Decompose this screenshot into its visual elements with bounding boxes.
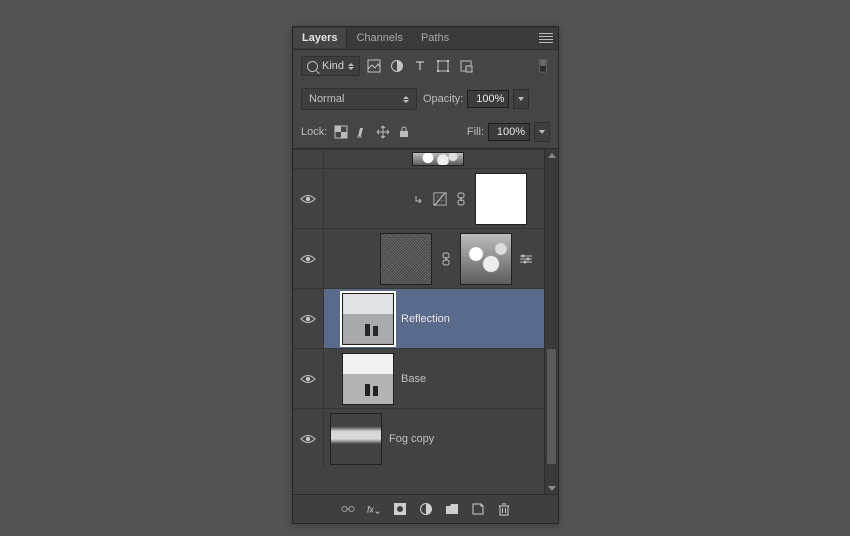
- curves-adjustment-icon: [433, 191, 447, 207]
- lock-label: Lock:: [301, 126, 327, 138]
- scrollbar[interactable]: [544, 149, 558, 494]
- tab-channels[interactable]: Channels: [347, 28, 411, 48]
- scroll-down-icon[interactable]: [545, 482, 558, 494]
- layer-thumbnail[interactable]: [380, 233, 432, 285]
- layer-name[interactable]: Fog copy: [389, 433, 434, 445]
- lock-image-icon[interactable]: [354, 125, 369, 140]
- link-icon[interactable]: [454, 192, 468, 206]
- scroll-up-icon[interactable]: [545, 149, 558, 161]
- opacity-slider-button[interactable]: [513, 89, 529, 109]
- smart-filters-icon[interactable]: [519, 254, 533, 264]
- lock-transparency-icon[interactable]: [333, 125, 348, 140]
- layer-row[interactable]: Fog copy: [293, 408, 558, 468]
- link-icon[interactable]: [439, 252, 453, 266]
- opacity-label: Opacity:: [423, 93, 463, 105]
- panel-footer: fx: [293, 494, 558, 523]
- lock-toolbar: Lock: Fill: 100%: [293, 116, 558, 149]
- svg-text:fx: fx: [367, 504, 374, 514]
- chevron-updown-icon: [403, 96, 409, 103]
- eye-icon: [300, 313, 316, 325]
- filter-toolbar: Kind: [293, 50, 558, 82]
- scrollbar-thumb[interactable]: [547, 349, 556, 464]
- eye-icon: [300, 253, 316, 265]
- visibility-toggle[interactable]: [293, 150, 324, 168]
- layer-filter-select[interactable]: Kind: [301, 56, 360, 76]
- blend-mode-select[interactable]: Normal: [301, 88, 417, 110]
- layer-thumbnail[interactable]: [412, 152, 464, 166]
- visibility-toggle[interactable]: [293, 229, 324, 288]
- chevron-updown-icon: [348, 63, 354, 70]
- layers-list: Reflection Base Fog copy: [293, 149, 558, 494]
- layer-style-icon[interactable]: fx: [366, 501, 381, 516]
- tab-paths[interactable]: Paths: [412, 28, 458, 48]
- lock-position-icon[interactable]: [375, 125, 390, 140]
- filter-mask-thumbnail[interactable]: [460, 233, 512, 285]
- eye-icon: [300, 193, 316, 205]
- eye-icon: [300, 373, 316, 385]
- layer-name[interactable]: Base: [401, 373, 426, 385]
- filter-type-icon[interactable]: [412, 59, 427, 74]
- new-group-icon[interactable]: [444, 501, 459, 516]
- filter-shape-icon[interactable]: [435, 59, 450, 74]
- panel-tabbar: Layers Channels Paths: [293, 27, 558, 50]
- link-layers-icon[interactable]: [340, 501, 355, 516]
- layer-filter-label: Kind: [322, 60, 344, 72]
- visibility-toggle[interactable]: [293, 169, 324, 228]
- new-adjustment-icon[interactable]: [418, 501, 433, 516]
- tab-layers[interactable]: Layers: [293, 28, 347, 48]
- blend-mode-value: Normal: [309, 93, 344, 105]
- layer-mask-thumbnail[interactable]: [475, 173, 527, 225]
- layers-panel: Layers Channels Paths Kind Normal Opacit…: [292, 26, 559, 524]
- delete-layer-icon[interactable]: [496, 501, 511, 516]
- panel-menu-icon[interactable]: [539, 33, 553, 43]
- blend-toolbar: Normal Opacity: 100%: [293, 82, 558, 116]
- layer-row-selected[interactable]: Reflection: [293, 288, 558, 348]
- fill-slider-button[interactable]: [534, 122, 550, 142]
- fill-label: Fill:: [467, 126, 484, 138]
- visibility-toggle[interactable]: [293, 289, 324, 348]
- filter-toggle-switch[interactable]: [535, 59, 550, 74]
- layer-name[interactable]: Reflection: [401, 313, 450, 325]
- layer-row[interactable]: Base: [293, 348, 558, 408]
- filter-smartobject-icon[interactable]: [458, 59, 473, 74]
- visibility-toggle[interactable]: [293, 409, 324, 468]
- layer-thumbnail[interactable]: [342, 293, 394, 345]
- filter-pixel-icon[interactable]: [366, 59, 381, 74]
- layer-row[interactable]: [293, 149, 558, 168]
- fill-value[interactable]: 100%: [488, 123, 530, 141]
- search-icon: [307, 61, 318, 72]
- filter-adjustment-icon[interactable]: [389, 59, 404, 74]
- layer-thumbnail[interactable]: [330, 413, 382, 465]
- layer-thumbnail[interactable]: [342, 353, 394, 405]
- layer-row[interactable]: [293, 168, 558, 228]
- layer-row[interactable]: [293, 228, 558, 288]
- clip-arrow-icon: [412, 194, 426, 204]
- eye-icon: [300, 433, 316, 445]
- lock-all-icon[interactable]: [396, 125, 411, 140]
- opacity-value[interactable]: 100%: [467, 90, 509, 108]
- visibility-toggle[interactable]: [293, 349, 324, 408]
- new-layer-icon[interactable]: [470, 501, 485, 516]
- add-mask-icon[interactable]: [392, 501, 407, 516]
